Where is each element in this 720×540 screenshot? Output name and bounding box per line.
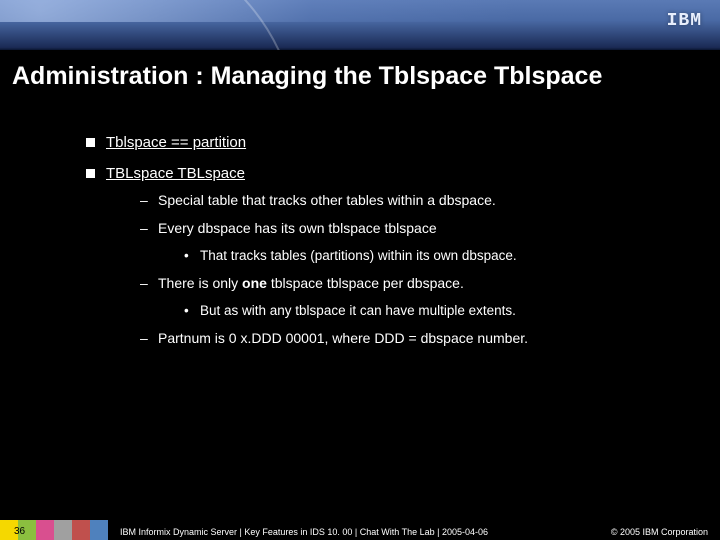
page-number: 36 [14, 526, 25, 537]
top-banner: IBM [0, 0, 720, 50]
bullet-text-suffix: tblspace tblspace per dbspace. [267, 275, 464, 291]
bullet-text: Tblspace == partition [106, 134, 246, 151]
bullet-text: That tracks tables (partitions) within i… [200, 248, 517, 263]
footer-text: IBM Informix Dynamic Server | Key Featur… [120, 527, 488, 537]
bullet-level3: But as with any tblspace it can have mul… [184, 303, 690, 318]
bullet-text: Every dbspace has its own tblspace tblsp… [158, 220, 437, 236]
copyright: © 2005 IBM Corporation [611, 527, 708, 537]
globe-decoration [0, 0, 300, 50]
content-area: Tblspace == partition TBLspace TBLspace … [86, 134, 690, 360]
bullet-level2: Every dbspace has its own tblspace tblsp… [140, 220, 690, 263]
bullet-text: Partnum is 0 x.DDD 00001, where DDD = db… [158, 330, 528, 346]
footer: 36 IBM Informix Dynamic Server | Key Fea… [0, 520, 720, 540]
bullet-level1: TBLspace TBLspace Special table that tra… [86, 165, 690, 346]
bullet-level2: Partnum is 0 x.DDD 00001, where DDD = db… [140, 330, 690, 346]
swatch [90, 520, 108, 540]
bullet-text-bold: one [242, 275, 267, 291]
square-bullet-icon [86, 169, 95, 178]
slide-title: Administration : Managing the Tblspace T… [12, 62, 602, 91]
bullet-text: TBLspace TBLspace [106, 165, 245, 182]
sub-list: Special table that tracks other tables w… [140, 192, 690, 346]
bullet-text-prefix: There is only [158, 275, 242, 291]
bullet-level2: Special table that tracks other tables w… [140, 192, 690, 208]
square-bullet-icon [86, 138, 95, 147]
swatch [54, 520, 72, 540]
bullet-level3: That tracks tables (partitions) within i… [184, 248, 690, 263]
bullet-level1: Tblspace == partition [86, 134, 690, 151]
ibm-logo: IBM [667, 14, 702, 28]
swatch [36, 520, 54, 540]
swatch [72, 520, 90, 540]
slide: IBM Administration : Managing the Tblspa… [0, 0, 720, 540]
bullet-text: Special table that tracks other tables w… [158, 192, 496, 208]
bullet-text: But as with any tblspace it can have mul… [200, 303, 516, 318]
bullet-level2: There is only one tblspace tblspace per … [140, 275, 690, 318]
